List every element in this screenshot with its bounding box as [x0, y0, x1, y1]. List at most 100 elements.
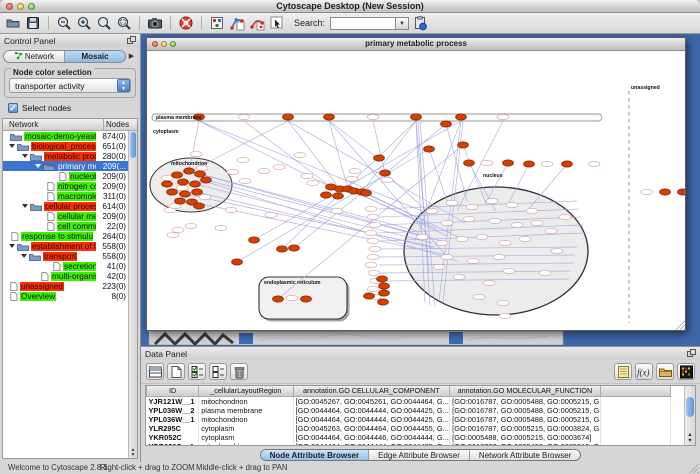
expander-icon[interactable] — [9, 244, 15, 251]
table-cell[interactable]: [GO:0016787, GO:0005488, GO:0005215, G..… — [450, 415, 601, 424]
table-cell[interactable]: [GO:0016787, GO:0005215, GO:0003824, G..… — [450, 424, 601, 433]
table-cell[interactable]: cytoplasm — [199, 424, 293, 433]
table-cell[interactable]: YPL036W__1 — [147, 415, 199, 424]
graph-node-label[interactable] — [545, 228, 557, 233]
expander-icon[interactable] — [9, 144, 15, 151]
tab-mosaic[interactable]: Mosaic — [65, 51, 125, 62]
help-icon[interactable] — [177, 14, 195, 32]
select-mode-icon[interactable] — [268, 14, 286, 32]
layout-b-icon[interactable] — [248, 14, 266, 32]
graph-node-label[interactable] — [381, 177, 393, 182]
table-cell[interactable]: [GO:0016787, GO:0005488, GO:0005215, G..… — [450, 442, 601, 447]
graph-node-label[interactable] — [463, 216, 475, 221]
graph-node-label[interactable] — [365, 262, 377, 267]
graph-node[interactable] — [194, 203, 205, 209]
graph-node-label[interactable] — [436, 240, 448, 245]
select-attributes-icon[interactable] — [188, 363, 206, 380]
minimize-button[interactable] — [17, 3, 24, 10]
table-cell[interactable]: [GO:0044464, GO:0044444, GO:0044425, G..… — [293, 415, 450, 424]
graph-node-label[interactable] — [367, 238, 379, 243]
open-attribute-icon[interactable] — [656, 363, 674, 380]
graph-node[interactable] — [178, 179, 189, 185]
table-scrollbar-arrows[interactable]: ▲▼ — [685, 432, 695, 444]
graph-node-label[interactable] — [483, 280, 495, 285]
zoom-out-icon[interactable] — [55, 14, 73, 32]
network-view-titlebar[interactable]: primary metabolic process — [147, 38, 685, 51]
table-cell[interactable]: YPL036W__2 — [147, 406, 199, 415]
graph-node[interactable] — [377, 276, 388, 282]
attribute-table[interactable]: ID_cellularLayoutRegionannotation.GO CEL… — [146, 386, 671, 446]
network-graph[interactable]: plasma membranecytoplasmmitochondrionnuc… — [147, 51, 685, 330]
graph-node-label[interactable] — [369, 222, 381, 227]
graph-node-label[interactable] — [456, 236, 468, 241]
table-cell[interactable]: YLR295C — [147, 424, 199, 433]
graph-node-label[interactable] — [185, 223, 197, 228]
graph-node[interactable] — [180, 191, 191, 197]
graph-node-label[interactable] — [367, 254, 379, 259]
graph-node-label[interactable] — [239, 178, 251, 183]
table-cell[interactable]: [GO:0005488, GO:0005215, GO:0003674] — [450, 433, 601, 442]
tab-node-attribute-browser[interactable]: Node Attribute Browser — [261, 450, 370, 460]
tree-row[interactable]: nucleobase-209(0) — [3, 171, 128, 181]
graph-node-label[interactable] — [365, 206, 377, 211]
graph-node[interactable] — [660, 189, 671, 195]
graph-node[interactable] — [289, 245, 300, 251]
graph-node[interactable] — [324, 114, 335, 120]
graph-node-label[interactable] — [433, 264, 445, 269]
graph-node-label[interactable] — [294, 152, 306, 157]
table-cell[interactable] — [600, 433, 670, 442]
graph-node-label[interactable] — [511, 222, 523, 227]
table-cell[interactable]: YKR052C — [147, 433, 199, 442]
graph-node[interactable] — [190, 181, 201, 187]
graph-node-label[interactable] — [497, 114, 509, 119]
graph-node[interactable] — [456, 114, 467, 120]
table-cell[interactable]: plasma membrane — [199, 406, 293, 415]
graph-node-label[interactable] — [215, 225, 227, 230]
graph-node[interactable] — [162, 181, 173, 187]
graph-node-label[interactable] — [369, 246, 381, 251]
float-panel-icon[interactable] — [127, 36, 136, 46]
graph-node[interactable] — [249, 237, 260, 243]
tree-row[interactable]: mosaic-demo-yeast874(0) — [3, 131, 128, 141]
graph-node-label[interactable] — [301, 173, 313, 178]
delete-attribute-icon[interactable] — [230, 363, 248, 380]
graph-node-label[interactable] — [367, 214, 379, 219]
window-resize-grip[interactable] — [689, 463, 699, 473]
graph-node-label[interactable] — [367, 286, 379, 291]
tree-row[interactable]: transport558(0) — [3, 251, 128, 261]
graph-node-label[interactable] — [499, 240, 511, 245]
column-header[interactable]: _cellularLayoutRegion — [199, 386, 293, 396]
tree-row[interactable]: Overview8(0) — [3, 291, 128, 301]
graph-node-label[interactable] — [441, 254, 453, 259]
table-row[interactable]: YJR121W__1mitochondrion[GO:0045267, GO:0… — [147, 396, 671, 406]
table-row[interactable]: YKR052Ccytoplasm[GO:0044464, GO:0044446,… — [147, 433, 671, 442]
table-cell[interactable]: [GO:0016787, GO:0005488, GO:0005215, G..… — [450, 396, 601, 406]
tree-col-nodes[interactable]: Nodes — [104, 119, 137, 130]
tree-row[interactable]: establishment of lo558(0) — [3, 241, 128, 251]
table-cell[interactable]: [GO:0045267, GO:0045261, GO:0044464, G..… — [293, 396, 450, 406]
graph-node-label[interactable] — [559, 214, 571, 219]
search-input[interactable] — [330, 17, 396, 30]
graph-node[interactable] — [379, 283, 390, 289]
graph-node[interactable] — [524, 161, 535, 167]
graph-node[interactable] — [201, 177, 212, 183]
tree-row[interactable]: cellular metabo209(0) — [3, 211, 128, 221]
table-cell[interactable]: YJR121W__1 — [147, 396, 199, 406]
zoom-in-icon[interactable] — [75, 14, 93, 32]
matrix-icon[interactable] — [677, 363, 695, 380]
graph-node-label[interactable] — [497, 300, 509, 305]
graph-node-label[interactable] — [172, 227, 184, 232]
tree-scrollbar[interactable]: ▲▼ — [128, 131, 137, 458]
graph-node-label[interactable] — [167, 232, 179, 237]
expander-icon[interactable] — [21, 254, 27, 261]
table-cell[interactable]: cytoplasm — [199, 433, 293, 442]
table-cell[interactable]: [GO:0044464, GO:0044444, GO:0044425, G..… — [293, 442, 450, 447]
graph-node[interactable] — [167, 189, 178, 195]
graph-node[interactable] — [232, 259, 243, 265]
tree-row[interactable]: metabolic process280(0) — [3, 151, 128, 161]
graph-node-label[interactable] — [588, 161, 600, 166]
table-cell[interactable] — [600, 396, 670, 406]
table-cell[interactable]: [GO:0044464, GO:0044446, GO:0044444, G..… — [293, 433, 450, 442]
close-button[interactable] — [6, 3, 13, 10]
zoom-window-button[interactable] — [28, 3, 35, 10]
